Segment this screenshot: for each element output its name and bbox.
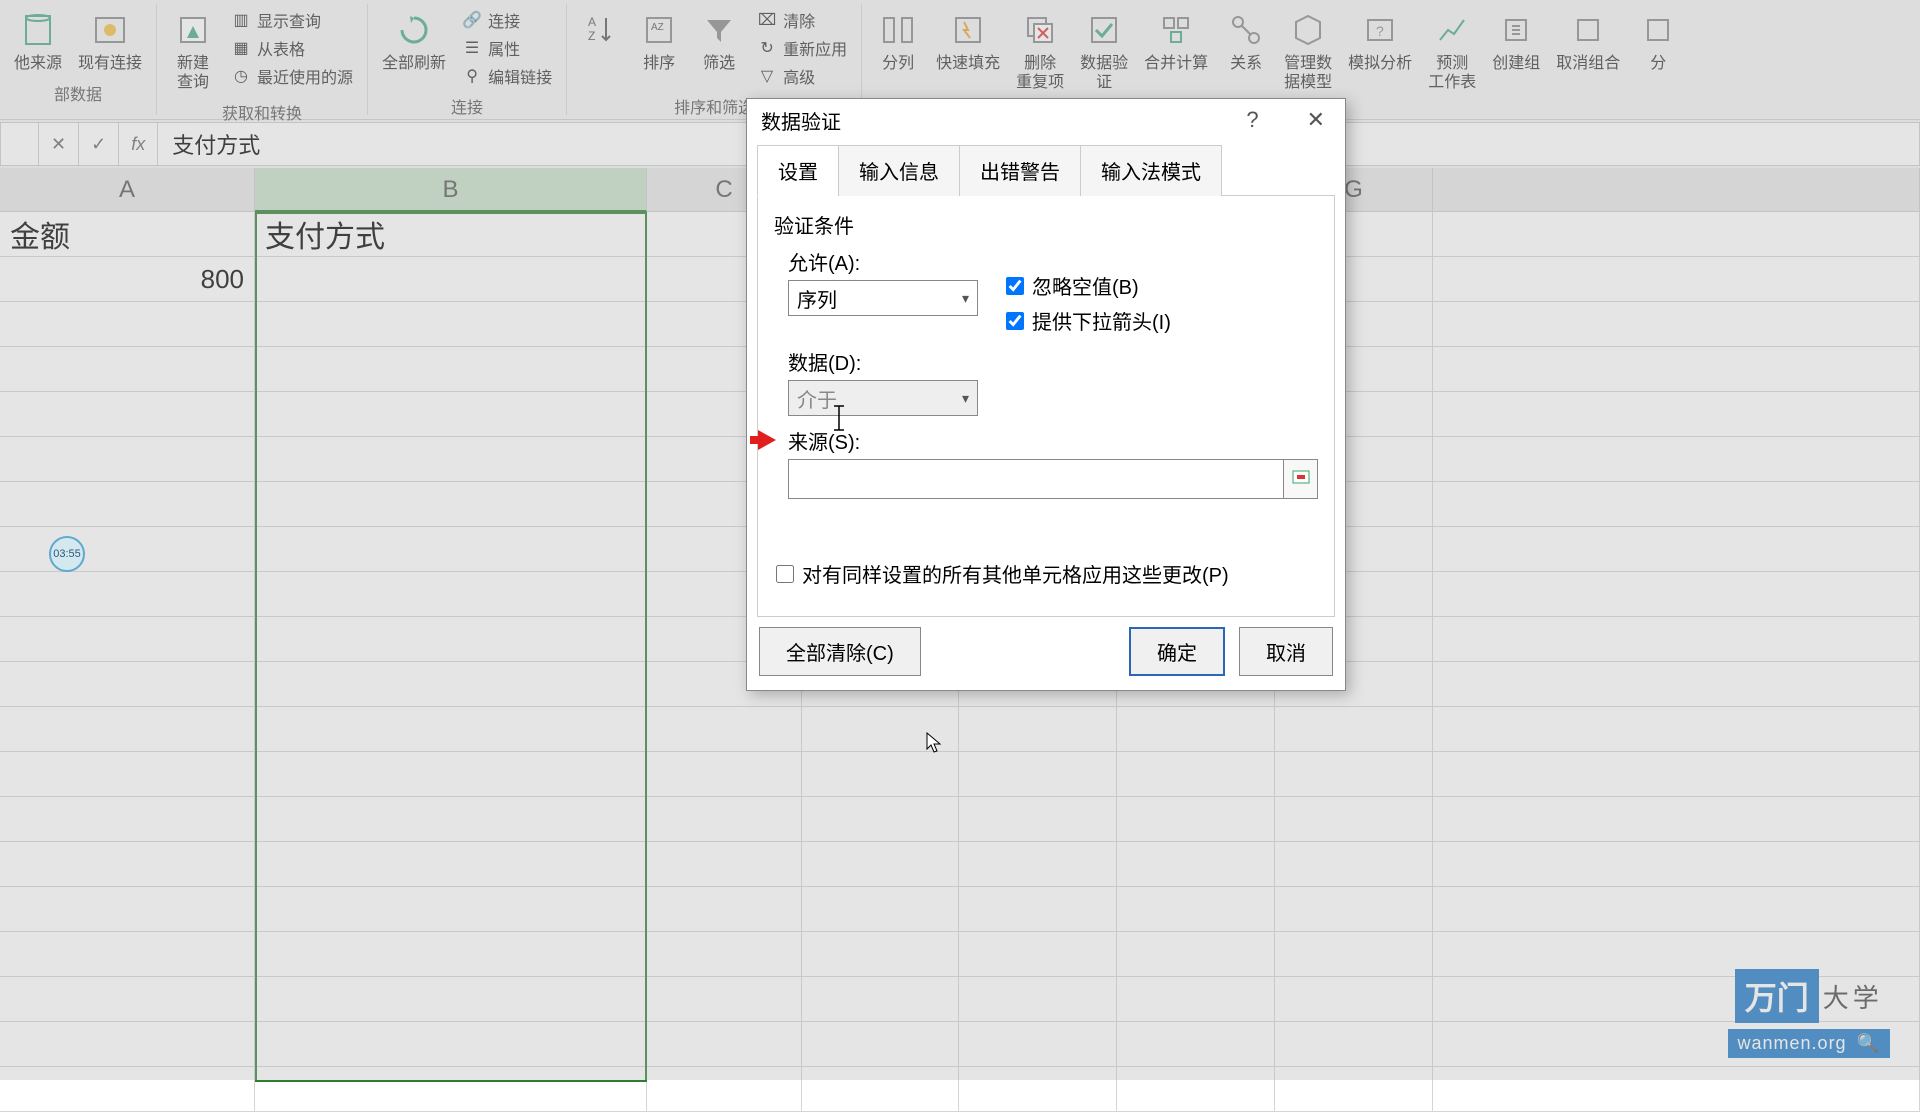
data-value: 介于: [797, 384, 837, 413]
range-picker-button[interactable]: [1284, 459, 1318, 499]
data-label: 数据(D):: [788, 347, 1318, 376]
dialog-tabs: 设置 输入信息 出错警告 输入法模式: [757, 145, 1335, 196]
ok-button[interactable]: 确定: [1129, 627, 1225, 676]
allow-value: 序列: [797, 284, 837, 313]
dialog-body: 验证条件 允许(A): 序列 ▾ 忽略空值(B): [757, 196, 1335, 617]
data-validation-dialog: 数据验证 ? ✕ 设置 输入信息 出错警告 输入法模式 验证条件 允许(A): …: [746, 98, 1346, 691]
data-select: 介于 ▾: [788, 380, 978, 416]
source-label: 来源(S):: [788, 426, 1318, 455]
dialog-help-button[interactable]: ?: [1236, 105, 1268, 135]
apply-all-checkbox[interactable]: 对有同样设置的所有其他单元格应用这些更改(P): [776, 559, 1318, 588]
chevron-down-icon: ▾: [962, 290, 969, 307]
ignore-blank-input[interactable]: [1006, 277, 1024, 295]
dropdown-input[interactable]: [1006, 312, 1024, 330]
dialog-footer: 全部清除(C) 确定 取消: [747, 617, 1345, 690]
callout-arrow-icon: [758, 430, 776, 450]
allow-select[interactable]: 序列 ▾: [788, 280, 978, 316]
timestamp-badge: 03:55: [49, 536, 85, 572]
tab-settings[interactable]: 设置: [757, 145, 839, 196]
dialog-close-button[interactable]: ✕: [1297, 105, 1335, 135]
dialog-titlebar[interactable]: 数据验证 ? ✕: [747, 99, 1345, 141]
tab-ime-mode[interactable]: 输入法模式: [1080, 145, 1222, 196]
criteria-label: 验证条件: [774, 210, 1318, 239]
source-input[interactable]: [788, 459, 1284, 499]
tab-error-alert[interactable]: 出错警告: [959, 145, 1081, 196]
dropdown-checkbox[interactable]: 提供下拉箭头(I): [1006, 306, 1171, 335]
tab-input-message[interactable]: 输入信息: [838, 145, 960, 196]
ignore-blank-checkbox[interactable]: 忽略空值(B): [1006, 271, 1171, 300]
dialog-title: 数据验证: [761, 106, 841, 135]
chevron-down-icon: ▾: [962, 390, 969, 407]
allow-label: 允许(A):: [788, 247, 978, 276]
apply-all-input[interactable]: [776, 565, 794, 583]
clear-all-button[interactable]: 全部清除(C): [759, 627, 921, 676]
cancel-button[interactable]: 取消: [1239, 627, 1333, 676]
range-picker-icon: [1291, 469, 1311, 489]
